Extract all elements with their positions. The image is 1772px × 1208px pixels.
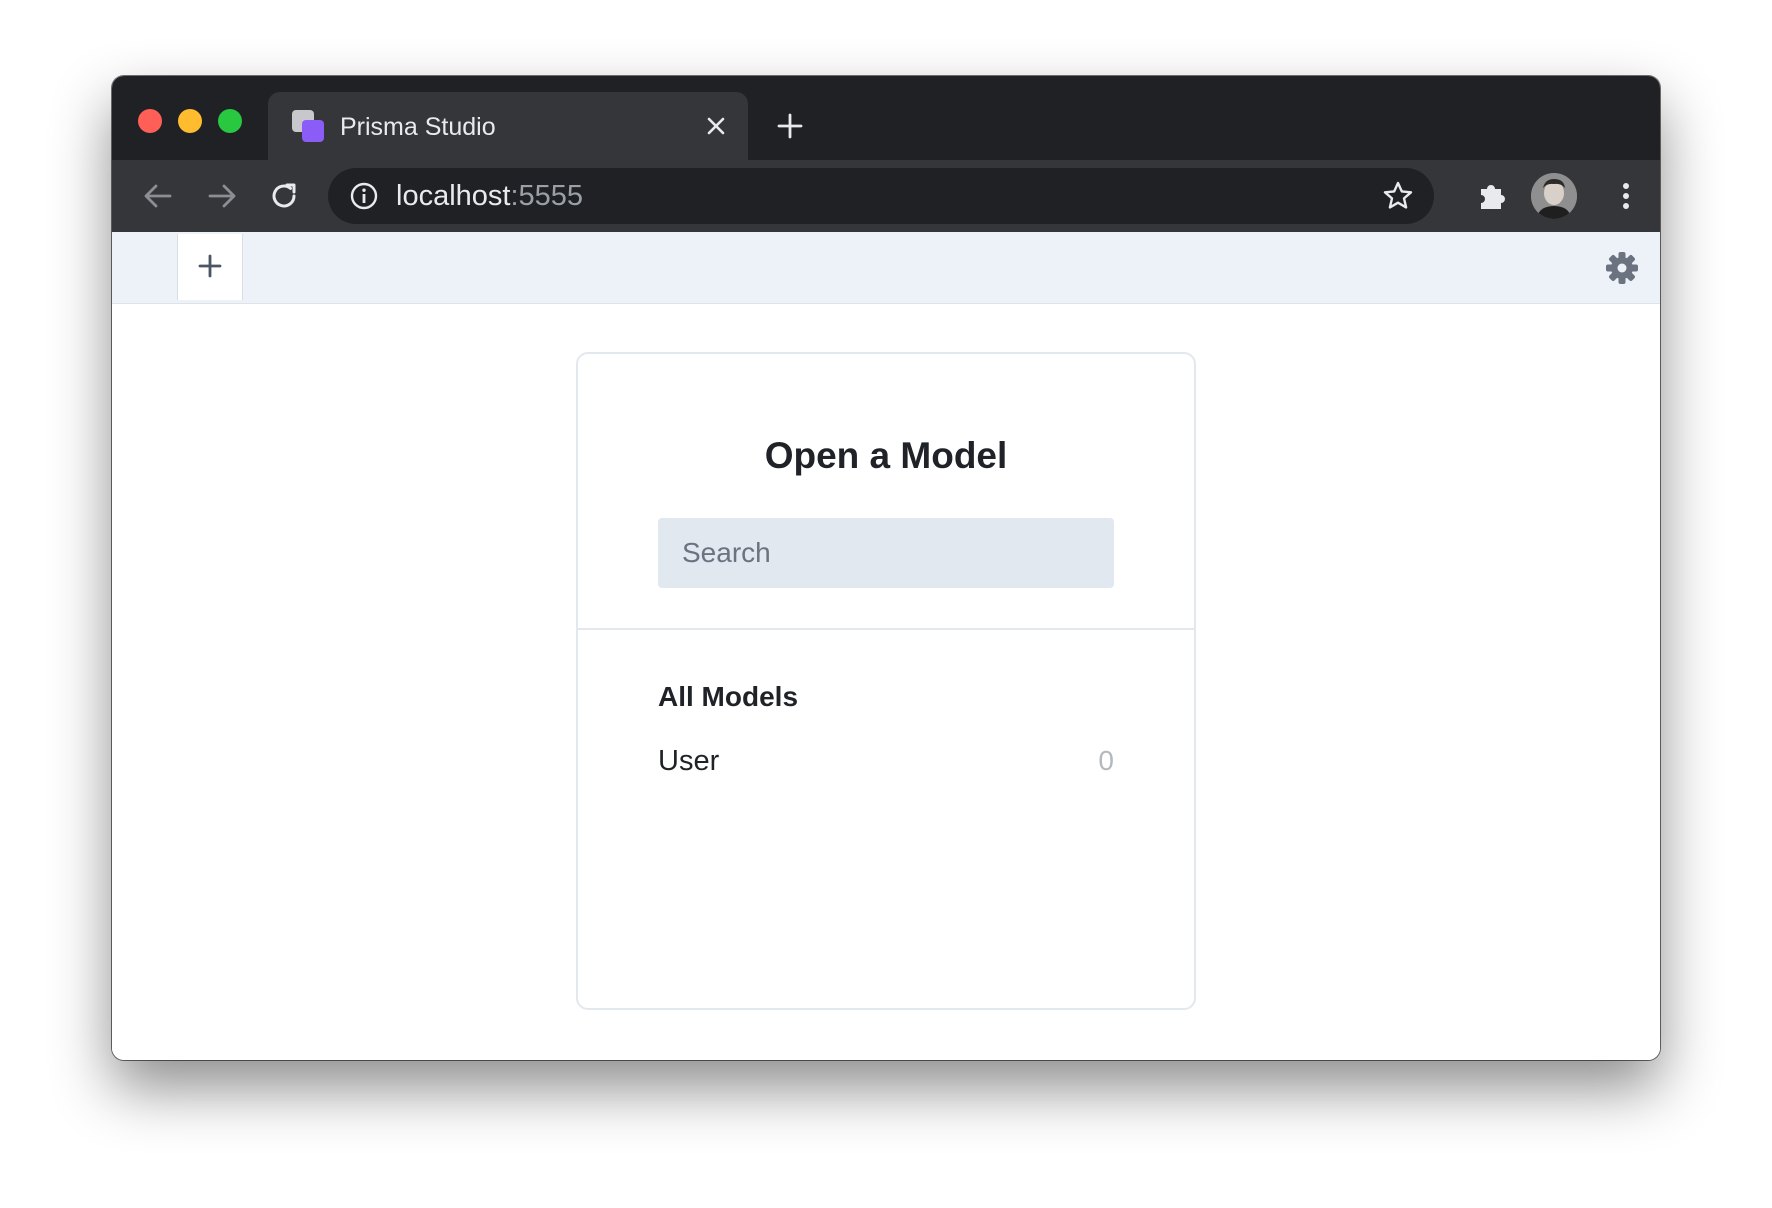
card-divider (578, 628, 1194, 630)
add-tab-button[interactable] (177, 234, 243, 300)
prisma-studio-favicon-icon (292, 110, 326, 144)
window-close-button[interactable] (138, 109, 162, 133)
url-port: :5555 (510, 180, 584, 212)
address-bar[interactable]: localhost:5555 (328, 168, 1434, 224)
star-icon[interactable] (1380, 178, 1416, 214)
window-minimize-button[interactable] (178, 109, 202, 133)
browser-window: Prisma Studio localhost:5555 Open a Mode… (112, 76, 1660, 1060)
model-list-item-user[interactable]: User 0 (658, 740, 1114, 784)
gear-icon[interactable] (1604, 250, 1640, 286)
window-maximize-button[interactable] (218, 109, 242, 133)
browser-titlebar: Prisma Studio (112, 76, 1660, 160)
plus-icon (198, 254, 222, 278)
card-title: Open a Model (764, 435, 1008, 476)
studio-main: Open a Model All Models User 0 (112, 304, 1660, 1060)
model-name: User (658, 745, 720, 777)
url-text: localhost:5555 (396, 180, 583, 212)
profile-avatar[interactable] (1531, 173, 1577, 219)
new-tab-plus-icon[interactable] (772, 108, 808, 144)
model-record-count: 0 (1098, 745, 1114, 776)
info-icon[interactable] (348, 180, 380, 212)
tab-title: Prisma Studio (340, 113, 496, 141)
reload-icon[interactable] (264, 176, 304, 216)
browser-toolbar: localhost:5555 (112, 160, 1660, 232)
browser-tab-prisma-studio[interactable]: Prisma Studio (268, 92, 748, 160)
close-icon[interactable] (698, 108, 734, 144)
all-models-heading: All Models (658, 681, 799, 712)
kebab-menu-icon[interactable] (1606, 176, 1646, 216)
open-model-card: Open a Model All Models User 0 (576, 352, 1196, 1010)
search-input[interactable] (658, 518, 1114, 588)
back-arrow-icon[interactable] (138, 176, 178, 216)
forward-arrow-icon[interactable] (202, 176, 242, 216)
studio-tab-bar (112, 232, 1660, 304)
url-host: localhost (396, 180, 511, 212)
puzzle-icon[interactable] (1472, 176, 1512, 216)
